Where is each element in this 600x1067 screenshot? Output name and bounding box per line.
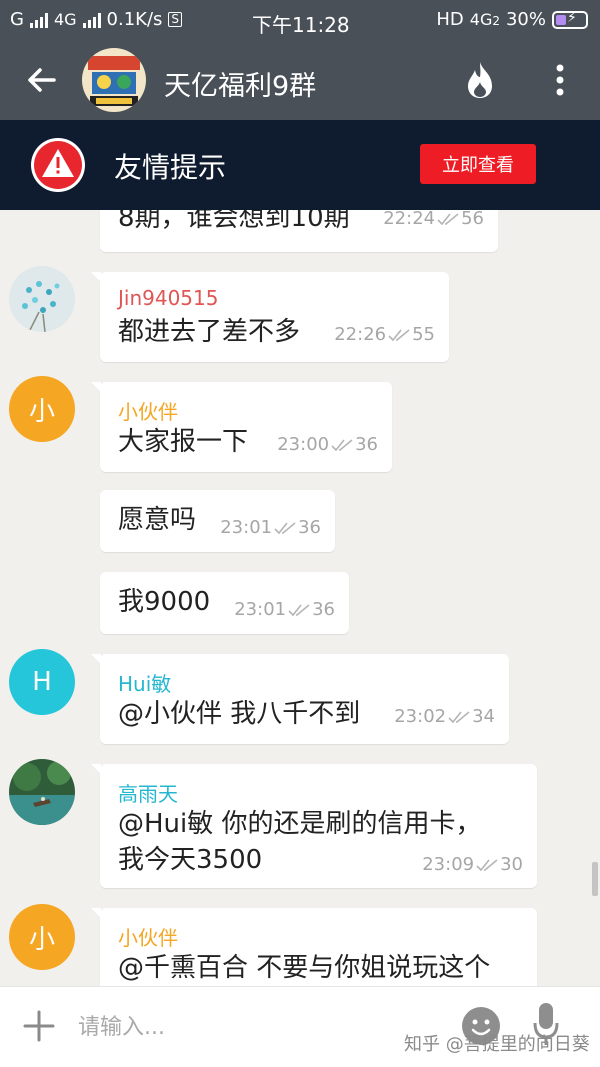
message-text: 我9000 bbox=[118, 587, 211, 617]
clock: 下午11:28 bbox=[252, 13, 350, 37]
group-title[interactable]: 天亿福利9群 bbox=[164, 64, 316, 103]
plus-icon[interactable] bbox=[22, 1009, 56, 1043]
message-text: @千熏百合 不要与你姐说玩这个 bbox=[118, 953, 491, 983]
read-count: 30 bbox=[500, 854, 523, 875]
back-arrow-icon[interactable] bbox=[20, 58, 64, 102]
signal-icon bbox=[29, 12, 48, 28]
avatar[interactable] bbox=[9, 266, 75, 332]
message-meta: 23:01 36 bbox=[234, 599, 335, 620]
avatar[interactable]: 小 bbox=[9, 904, 75, 970]
battery-percent: 30% bbox=[505, 9, 546, 30]
status-bar: G 4G 0.1K/s S 下午11:28 HD 4G2 30% ⚡ bbox=[0, 0, 600, 40]
message-meta: 23:00 36 bbox=[277, 434, 378, 455]
message-meta: 23:02 34 bbox=[394, 706, 495, 727]
fire-icon[interactable] bbox=[462, 60, 498, 100]
s-badge: S bbox=[168, 12, 183, 27]
avatar-image bbox=[9, 266, 75, 332]
scrollbar[interactable] bbox=[592, 862, 598, 896]
double-check-icon bbox=[476, 858, 498, 871]
double-check-icon bbox=[388, 328, 410, 341]
sender-name[interactable]: 高雨天 bbox=[118, 778, 178, 807]
avatar-image bbox=[9, 759, 75, 825]
avatar-letter: 小 bbox=[28, 396, 55, 427]
status-left: G 4G 0.1K/s S bbox=[10, 9, 183, 30]
read-count: 55 bbox=[412, 324, 435, 345]
message-bubble[interactable]: 8期，谁会想到10期 22:24 56 bbox=[100, 210, 498, 252]
message-bubble[interactable]: Jin940515 都进去了差不多 22:26 55 bbox=[91, 272, 449, 362]
net-type: 4G2 bbox=[470, 10, 500, 29]
read-count: 36 bbox=[355, 434, 378, 455]
avatar[interactable] bbox=[9, 759, 75, 825]
message-time: 23:01 bbox=[234, 599, 287, 620]
net-speed: 0.1K/s bbox=[106, 9, 163, 30]
read-count: 34 bbox=[472, 706, 495, 727]
double-check-icon bbox=[437, 212, 459, 225]
double-check-icon bbox=[448, 710, 470, 723]
avatar[interactable]: H bbox=[9, 649, 75, 715]
message-text: 8期，谁会想到10期 bbox=[118, 210, 350, 233]
group-avatar-image bbox=[82, 48, 146, 112]
view-now-button[interactable]: 立即查看 bbox=[420, 144, 536, 184]
avatar-letter: H bbox=[32, 667, 52, 697]
signal-icon-2 bbox=[82, 12, 101, 28]
message-meta: 22:24 56 bbox=[383, 210, 484, 229]
sender-name[interactable]: Jin940515 bbox=[118, 286, 218, 310]
message-time: 22:24 bbox=[383, 210, 436, 229]
message-bubble[interactable]: 我9000 23:01 36 bbox=[100, 572, 349, 634]
double-check-icon bbox=[331, 438, 353, 451]
status-right: HD 4G2 30% ⚡ bbox=[436, 9, 588, 30]
message-time: 22:26 bbox=[334, 324, 387, 345]
message-time: 23:01 bbox=[220, 517, 273, 538]
battery-icon: ⚡ bbox=[552, 10, 588, 29]
warning-icon bbox=[31, 138, 85, 192]
double-check-icon bbox=[274, 521, 296, 534]
group-avatar[interactable] bbox=[82, 48, 146, 112]
more-vertical-icon[interactable] bbox=[546, 58, 574, 102]
message-meta: 23:09 30 bbox=[422, 854, 523, 875]
read-count: 36 bbox=[312, 599, 335, 620]
message-time: 23:00 bbox=[277, 434, 330, 455]
message-text-line2: 我今天3500 bbox=[118, 845, 263, 875]
read-count: 36 bbox=[298, 517, 321, 538]
message-bubble[interactable]: 高雨天 @Hui敏 你的还是刷的信用卡， 我今天3500 23:09 30 bbox=[91, 764, 537, 888]
double-check-icon bbox=[288, 603, 310, 616]
message-bubble[interactable]: Hui敏 @小伙伴 我八千不到 23:02 34 bbox=[91, 654, 509, 744]
sender-name[interactable]: 小伙伴 bbox=[118, 922, 178, 951]
message-bubble[interactable]: 小伙伴 @千熏百合 不要与你姐说玩这个 bbox=[91, 908, 537, 986]
sender-name[interactable]: Hui敏 bbox=[118, 668, 171, 697]
message-text: 愿意吗 bbox=[118, 505, 197, 535]
message-input[interactable] bbox=[78, 1007, 438, 1047]
message-time: 23:09 bbox=[422, 854, 475, 875]
message-text: 大家报一下 bbox=[118, 427, 249, 457]
watermark: 知乎 @菩提里的向日葵 bbox=[404, 1034, 590, 1055]
message-bubble[interactable]: 小伙伴 大家报一下 23:00 36 bbox=[91, 382, 392, 472]
net-sub: 2 bbox=[492, 14, 500, 28]
message-list[interactable]: 8期，谁会想到10期 22:24 56 Jin940515 都进去了差不多 22… bbox=[0, 210, 600, 986]
message-text: @小伙伴 我八千不到 bbox=[118, 699, 361, 729]
message-text: 都进去了差不多 bbox=[118, 317, 301, 347]
message-meta: 22:26 55 bbox=[334, 324, 435, 345]
avatar[interactable]: 小 bbox=[9, 376, 75, 442]
carrier-label: G bbox=[10, 9, 24, 30]
avatar-letter: 小 bbox=[28, 924, 55, 955]
alert-banner: 友情提示 立即查看 bbox=[0, 120, 600, 210]
network-label: 4G bbox=[53, 10, 77, 29]
alert-title: 友情提示 bbox=[114, 151, 227, 184]
hd-label: HD bbox=[436, 9, 464, 30]
message-meta: 23:01 36 bbox=[220, 517, 321, 538]
message-text-line1: @Hui敏 你的还是刷的信用卡， bbox=[118, 809, 482, 839]
message-time: 23:02 bbox=[394, 706, 447, 727]
net-type-label: 4G bbox=[469, 10, 493, 29]
read-count: 56 bbox=[461, 210, 484, 229]
sender-name[interactable]: 小伙伴 bbox=[118, 396, 178, 425]
message-bubble[interactable]: 愿意吗 23:01 36 bbox=[100, 490, 335, 552]
